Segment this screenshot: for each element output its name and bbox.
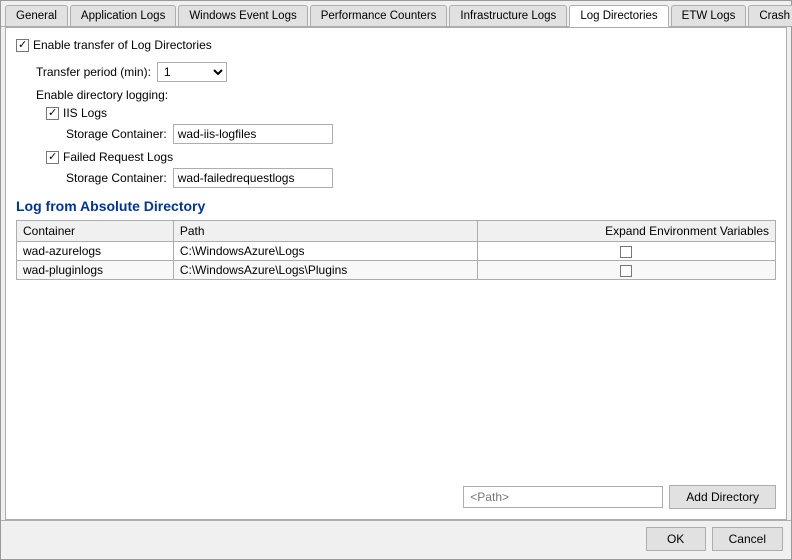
failed-request-checkbox[interactable]	[46, 151, 59, 164]
tab-crash-dumps[interactable]: Crash Dumps	[748, 5, 792, 26]
ok-button[interactable]: OK	[646, 527, 706, 551]
failed-request-label: Failed Request Logs	[63, 150, 173, 164]
tab-general[interactable]: General	[5, 5, 68, 26]
table-row: wad-pluginlogs C:\WindowsAzure\Logs\Plug…	[17, 261, 776, 280]
tab-etw-logs[interactable]: ETW Logs	[671, 5, 747, 26]
row1-path: C:\WindowsAzure\Logs	[173, 242, 477, 261]
row1-container: wad-azurelogs	[17, 242, 174, 261]
tab-windows-event-logs[interactable]: Windows Event Logs	[178, 5, 307, 26]
iis-logs-checkbox[interactable]	[46, 107, 59, 120]
dir-logging-label: Enable directory logging:	[36, 88, 776, 102]
row2-path: C:\WindowsAzure\Logs\Plugins	[173, 261, 477, 280]
log-table: Container Path Expand Environment Variab…	[16, 220, 776, 280]
enable-transfer-label: Enable transfer of Log Directories	[33, 38, 212, 52]
iis-logs-label: IIS Logs	[63, 106, 107, 120]
tab-bar: General Application Logs Windows Event L…	[1, 1, 791, 27]
row2-expand-checkbox[interactable]	[620, 265, 632, 277]
iis-storage-row: Storage Container:	[66, 124, 776, 144]
col-expand: Expand Environment Variables	[477, 221, 775, 242]
iis-check-row: IIS Logs	[46, 106, 776, 120]
bottom-controls: Add Directory	[16, 477, 776, 509]
failed-request-check-row: Failed Request Logs	[46, 150, 776, 164]
row2-expand-cell	[477, 261, 775, 280]
main-window: General Application Logs Windows Event L…	[0, 0, 792, 560]
failed-storage-input[interactable]	[173, 168, 333, 188]
col-container: Container	[17, 221, 174, 242]
tab-performance-counters[interactable]: Performance Counters	[310, 5, 448, 26]
iis-storage-input[interactable]	[173, 124, 333, 144]
table-row: wad-azurelogs C:\WindowsAzure\Logs	[17, 242, 776, 261]
transfer-period-row: Transfer period (min): 1 5 10 30 60	[36, 62, 776, 82]
iis-logs-section: IIS Logs Storage Container:	[46, 106, 776, 144]
col-path: Path	[173, 221, 477, 242]
content-area: Enable transfer of Log Directories Trans…	[5, 27, 787, 520]
row2-container: wad-pluginlogs	[17, 261, 174, 280]
iis-storage-label: Storage Container:	[66, 127, 167, 141]
tab-infrastructure-logs[interactable]: Infrastructure Logs	[449, 5, 567, 26]
transfer-period-select[interactable]: 1 5 10 30 60	[157, 62, 227, 82]
failed-storage-label: Storage Container:	[66, 171, 167, 185]
failed-request-section: Failed Request Logs Storage Container:	[46, 150, 776, 188]
row1-expand-cell	[477, 242, 775, 261]
failed-storage-row: Storage Container:	[66, 168, 776, 188]
cancel-button[interactable]: Cancel	[712, 527, 783, 551]
enable-transfer-checkbox[interactable]	[16, 39, 29, 52]
ok-cancel-row: OK Cancel	[1, 520, 791, 559]
enable-row: Enable transfer of Log Directories	[16, 38, 776, 52]
absolute-dir-title: Log from Absolute Directory	[16, 198, 776, 214]
add-directory-button[interactable]: Add Directory	[669, 485, 776, 509]
path-input[interactable]	[463, 486, 663, 508]
tab-application-logs[interactable]: Application Logs	[70, 5, 176, 26]
transfer-period-label: Transfer period (min):	[36, 65, 151, 79]
row1-expand-checkbox[interactable]	[620, 246, 632, 258]
tab-log-directories[interactable]: Log Directories	[569, 5, 668, 27]
